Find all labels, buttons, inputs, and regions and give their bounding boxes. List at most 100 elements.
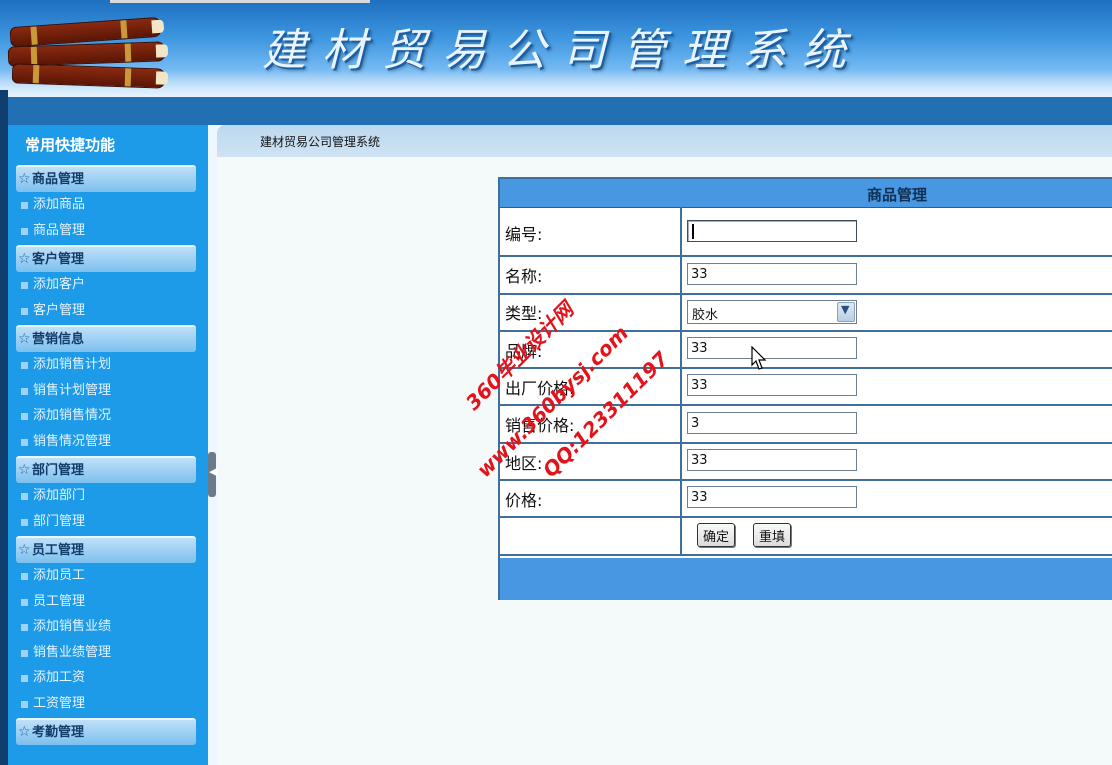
menu-item-label: 添加工资	[33, 670, 86, 685]
row-type: 类型: 胶水 ▼	[500, 295, 1112, 332]
sale-price-field[interactable]: 3	[687, 412, 857, 434]
row-region: 地区: 33	[500, 444, 1112, 481]
type-selected-value: 胶水	[692, 308, 719, 323]
bullet-icon	[21, 227, 28, 235]
menu-item-label: 销售业绩管理	[33, 644, 112, 660]
reset-button[interactable]: 重填	[753, 523, 792, 547]
menu-item-add-sales-status[interactable]: 添加销售情况	[16, 403, 208, 429]
menu-item-sales-performance-manage[interactable]: 销售业绩管理	[16, 640, 208, 666]
type-select[interactable]: 胶水 ▼	[687, 300, 857, 324]
bullet-icon	[21, 649, 28, 657]
section-label: 商品管理	[32, 172, 85, 187]
price-field[interactable]: 33	[687, 486, 857, 508]
menu-section-customers[interactable]: ☆ 客户管理	[16, 245, 196, 272]
menu-item-add-customer[interactable]: 添加客户	[16, 272, 208, 298]
menu-item-label: 部门管理	[33, 513, 86, 529]
menu-section-employees[interactable]: ☆ 员工管理	[16, 536, 196, 563]
row-brand: 品牌: 33	[500, 332, 1112, 369]
factory-price-label: 出厂价格:	[505, 379, 575, 398]
menu-item-label: 销售计划管理	[33, 382, 112, 398]
menu-item-sales-status-manage[interactable]: 销售情况管理	[16, 429, 208, 455]
sale-price-label: 销售价格:	[505, 416, 575, 435]
section-label: 部门管理	[32, 463, 85, 478]
bullet-icon	[21, 387, 28, 395]
sidebar-splitter: ◀	[208, 125, 217, 765]
row-price: 价格: 33	[500, 481, 1112, 518]
bullet-icon	[21, 573, 28, 580]
menu-item-add-sales-performance[interactable]: 添加销售业绩	[16, 614, 208, 640]
star-icon: ☆	[18, 251, 31, 267]
star-icon: ☆	[18, 331, 31, 347]
menu-item-label: 添加员工	[33, 568, 86, 583]
bullet-icon	[21, 202, 28, 209]
menu-item-label: 员工管理	[33, 593, 86, 609]
menu-item-label: 销售情况管理	[33, 433, 112, 449]
row-actions: 确定 重填	[500, 518, 1112, 556]
menu-item-sales-plan-manage[interactable]: 销售计划管理	[16, 378, 208, 404]
section-label: 考勤管理	[32, 725, 85, 740]
bullet-icon	[21, 307, 28, 315]
star-icon: ☆	[18, 462, 31, 478]
menu-section-goods[interactable]: ☆ 商品管理	[16, 165, 196, 192]
menu-section-departments[interactable]: ☆ 部门管理	[16, 456, 196, 483]
menu-item-add-salary[interactable]: 添加工资	[16, 665, 208, 691]
bullet-icon	[21, 518, 28, 526]
bullet-icon	[21, 413, 28, 420]
sidebar-title: 常用快捷功能	[25, 136, 116, 154]
browser-tab-strip	[110, 0, 370, 3]
factory-price-field[interactable]: 33	[687, 374, 857, 396]
mouse-cursor-icon	[751, 346, 767, 370]
menu-item-label: 客户管理	[33, 302, 86, 318]
menu-item-add-sales-plan[interactable]: 添加销售计划	[16, 352, 208, 378]
menu-section-attendance[interactable]: ☆ 考勤管理	[16, 718, 196, 745]
brand-field[interactable]: 33	[687, 337, 857, 359]
sidebar-menu: ☆ 商品管理 添加商品 商品管理 ☆ 客户管理 添加客户 客户管理 ☆ 营销信息…	[16, 163, 208, 745]
row-factory-price: 出厂价格: 33	[500, 369, 1112, 406]
bullet-icon	[21, 438, 28, 446]
menu-item-label: 添加客户	[33, 277, 86, 292]
section-label: 员工管理	[32, 543, 85, 558]
app-title: 建材贸易公司管理系统	[262, 25, 862, 76]
text-caret	[692, 224, 694, 239]
region-label: 地区:	[505, 454, 543, 473]
menu-item-goods-manage[interactable]: 商品管理	[16, 218, 208, 244]
price-label: 价格:	[505, 491, 543, 510]
menu-item-label: 添加部门	[33, 488, 86, 503]
menu-item-label: 添加销售业绩	[33, 619, 112, 634]
section-label: 客户管理	[32, 252, 85, 267]
menu-item-label: 商品管理	[33, 222, 86, 238]
type-label: 类型:	[505, 304, 543, 323]
bullet-icon	[21, 493, 28, 500]
id-label: 编号:	[505, 225, 543, 244]
menu-item-label: 工资管理	[33, 695, 86, 711]
name-label: 名称:	[505, 267, 543, 286]
submit-button[interactable]: 确定	[697, 523, 736, 547]
sidebar: 常用快捷功能 ☆ 商品管理 添加商品 商品管理 ☆ 客户管理 添加客户 客户管理…	[8, 125, 208, 765]
bullet-icon	[21, 675, 28, 682]
menu-item-customer-manage[interactable]: 客户管理	[16, 298, 208, 324]
row-name: 名称: 33	[500, 257, 1112, 295]
region-field[interactable]: 33	[687, 449, 857, 471]
goods-form-panel: 商品管理 编号: 名称: 33 类型: 胶水 ▼ 品牌: 33 出厂价格: 33…	[498, 177, 1112, 600]
breadcrumb: 建材贸易公司管理系统	[260, 135, 381, 149]
menu-item-salary-manage[interactable]: 工资管理	[16, 691, 208, 717]
menu-item-employee-manage[interactable]: 员工管理	[16, 589, 208, 615]
dropdown-arrow-icon[interactable]: ▼	[837, 302, 855, 322]
collapse-sidebar-handle[interactable]: ◀	[208, 452, 217, 497]
row-sale-price: 销售价格: 3	[500, 406, 1112, 444]
form-title: 商品管理	[867, 186, 928, 204]
id-field[interactable]	[687, 220, 857, 242]
star-icon: ☆	[18, 542, 31, 558]
menu-item-add-department[interactable]: 添加部门	[16, 483, 208, 509]
menu-item-department-manage[interactable]: 部门管理	[16, 509, 208, 535]
menu-item-label: 添加销售计划	[33, 357, 112, 372]
section-label: 营销信息	[32, 332, 85, 347]
menu-item-add-goods[interactable]: 添加商品	[16, 192, 208, 218]
menu-item-label: 添加销售情况	[33, 408, 112, 423]
name-field[interactable]: 33	[687, 263, 857, 285]
menu-section-marketing[interactable]: ☆ 营销信息	[16, 325, 196, 352]
breadcrumb-bar: 建材贸易公司管理系统	[217, 125, 1112, 157]
bullet-icon	[21, 598, 28, 606]
brand-label: 品牌:	[505, 342, 543, 361]
menu-item-add-employee[interactable]: 添加员工	[16, 563, 208, 589]
